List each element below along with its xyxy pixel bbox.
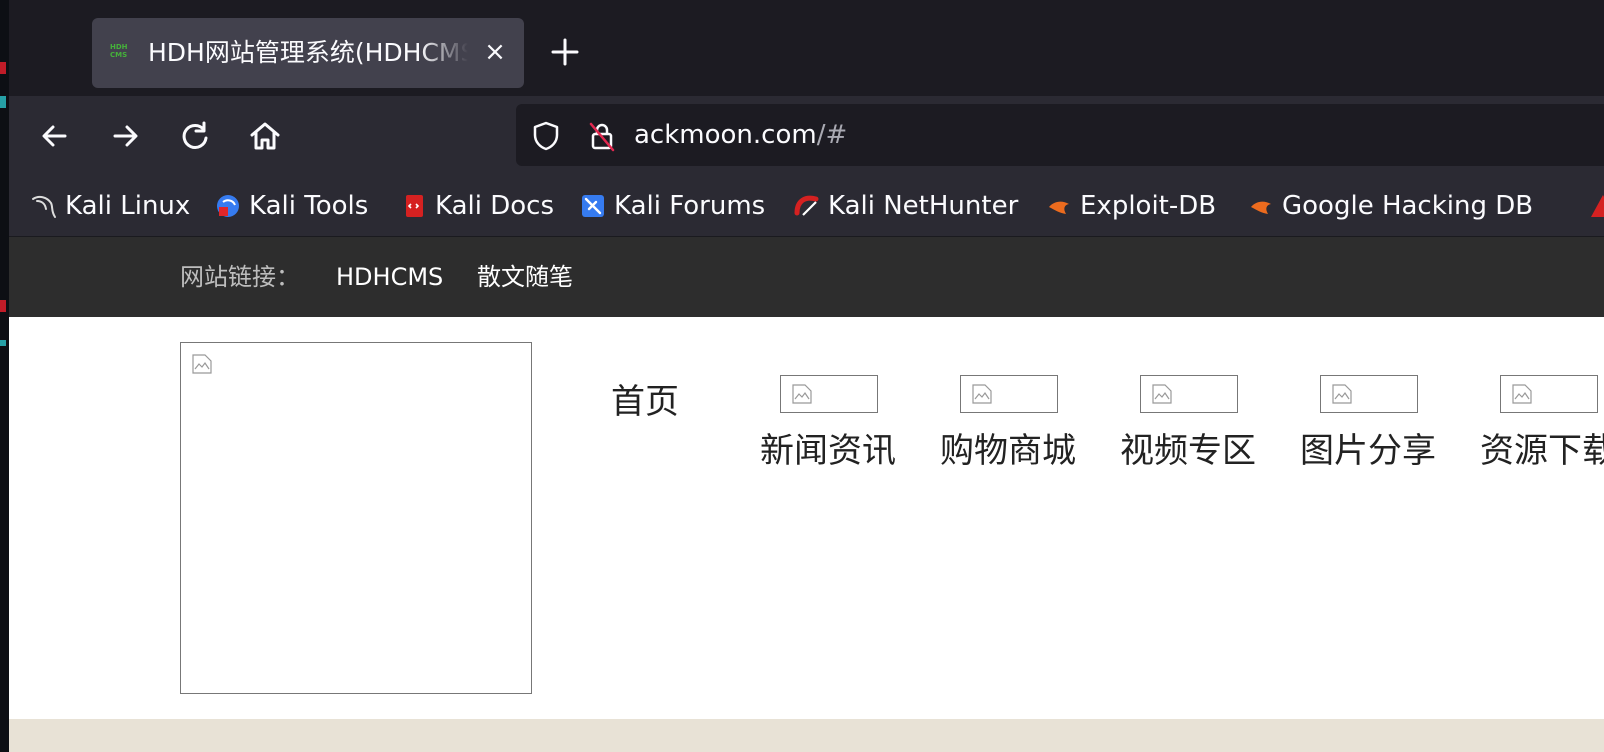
- site-link-essays[interactable]: 散文随笔: [477, 261, 573, 293]
- exploit-db-icon: [1049, 201, 1069, 214]
- kali-docs-icon: [406, 195, 423, 217]
- bookmark-google-hacking-db[interactable]: Google Hacking DB: [1248, 188, 1533, 224]
- page-section-divider: [9, 719, 1604, 752]
- bookmarks-toolbar: Kali Linux Kali Tools Kali Docs Kali For…: [9, 176, 1604, 237]
- site-links-caption: 网站链接：: [180, 263, 300, 291]
- broken-image-icon: [192, 354, 212, 374]
- back-button[interactable]: [37, 118, 73, 154]
- kali-nethunter-icon: [794, 195, 819, 216]
- nav-label: 图片分享: [1300, 431, 1436, 471]
- bookmark-partial-icon: [1591, 195, 1604, 217]
- desktop-glyph: [0, 300, 6, 312]
- home-button[interactable]: [247, 118, 283, 154]
- tab-bar: HDH CMS HDH网站管理系统(HDHCMS) ×: [9, 8, 1604, 96]
- url-path: /#: [816, 120, 848, 150]
- desktop-background: [0, 0, 9, 752]
- kali-dragon-icon: [32, 195, 56, 218]
- nav-item-news[interactable]: 新闻资讯: [760, 375, 920, 475]
- kali-forums-icon: [582, 195, 604, 217]
- bookmark-overflow[interactable]: [1589, 188, 1604, 224]
- bookmark-label: Kali Docs: [435, 191, 555, 221]
- ghdb-icon: [1251, 201, 1271, 214]
- bookmark-kali-nethunter[interactable]: Kali NetHunter: [794, 188, 1018, 224]
- site-logo-image[interactable]: [180, 342, 532, 694]
- navigation-toolbar: ackmoon.com/#: [9, 96, 1604, 176]
- broken-image-icon: [1152, 384, 1172, 404]
- site-link-hdhcms[interactable]: HDHCMS: [336, 261, 443, 293]
- bookmark-kali-linux[interactable]: Kali Linux: [31, 188, 190, 224]
- nav-item-downloads[interactable]: 资源下载: [1480, 375, 1604, 475]
- tab-close-button[interactable]: ×: [480, 38, 510, 68]
- nav-label: 视频专区: [1120, 431, 1256, 471]
- site-favicon-icon: HDH CMS: [110, 43, 128, 59]
- url-host: ackmoon.com: [634, 120, 817, 150]
- broken-image-icon: [1332, 384, 1352, 404]
- nav-image: [960, 375, 1058, 413]
- tracking-protection-shield-icon[interactable]: [530, 120, 562, 152]
- insecure-lock-icon[interactable]: [586, 120, 618, 152]
- bookmark-label: Kali NetHunter: [828, 191, 1019, 221]
- nav-image: [1500, 375, 1598, 413]
- nav-image: [780, 375, 878, 413]
- site-topbar: 网站链接： HDHCMS 散文随笔: [9, 237, 1604, 317]
- nav-item-video[interactable]: 视频专区: [1120, 375, 1280, 475]
- nav-item-shop[interactable]: 购物商城: [940, 375, 1100, 475]
- tab-title: HDH网站管理系统(HDHCMS): [148, 38, 468, 67]
- bookmark-exploit-db[interactable]: Exploit-DB: [1046, 188, 1216, 224]
- bookmark-label: Kali Tools: [249, 191, 369, 221]
- bookmark-kali-docs[interactable]: Kali Docs: [401, 188, 554, 224]
- tab-active[interactable]: HDH CMS HDH网站管理系统(HDHCMS) ×: [92, 18, 524, 88]
- bookmark-label: Kali Linux: [65, 191, 191, 221]
- url-text[interactable]: ackmoon.com/#: [634, 118, 847, 152]
- bookmark-label: Google Hacking DB: [1282, 191, 1534, 221]
- nav-image: [1320, 375, 1418, 413]
- bookmark-kali-forums[interactable]: Kali Forums: [580, 188, 765, 224]
- desktop-glyph: [0, 62, 6, 74]
- desktop-glyph: [0, 96, 6, 108]
- bookmark-kali-tools[interactable]: Kali Tools: [215, 188, 368, 224]
- broken-image-icon: [1512, 384, 1532, 404]
- broken-image-icon: [972, 384, 992, 404]
- new-tab-button[interactable]: [549, 36, 581, 68]
- web-page: 网站链接： HDHCMS 散文随笔 首页 新闻资讯 购物商城 视频专区 图片分享…: [9, 237, 1604, 752]
- bookmark-label: Exploit-DB: [1080, 191, 1217, 221]
- kali-tools-icon: [217, 195, 239, 217]
- nav-label: 资源下载: [1480, 431, 1604, 471]
- reload-button[interactable]: [177, 118, 213, 154]
- nav-label: 购物商城: [940, 431, 1076, 471]
- nav-home-link[interactable]: 首页: [611, 382, 679, 422]
- nav-label: 新闻资讯: [760, 431, 896, 471]
- broken-image-icon: [792, 384, 812, 404]
- nav-item-photos[interactable]: 图片分享: [1300, 375, 1460, 475]
- bookmark-label: Kali Forums: [614, 191, 766, 221]
- nav-image: [1140, 375, 1238, 413]
- forward-button[interactable]: [107, 118, 143, 154]
- desktop-glyph: [0, 340, 6, 346]
- address-bar[interactable]: ackmoon.com/#: [516, 104, 1604, 166]
